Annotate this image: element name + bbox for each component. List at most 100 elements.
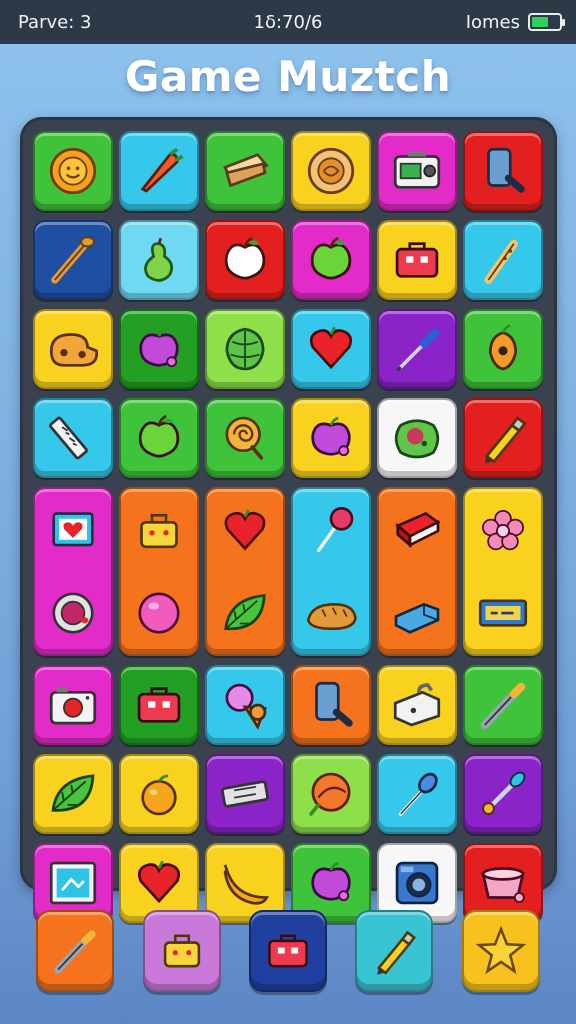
game-tile[interactable]: [377, 398, 457, 478]
game-tile[interactable]: [463, 131, 543, 211]
bandage-icon: [216, 765, 274, 823]
game-tile[interactable]: [205, 487, 285, 656]
game-tile[interactable]: [463, 665, 543, 745]
status-right-text: Iomes: [465, 11, 520, 33]
game-tile[interactable]: [119, 487, 199, 656]
eraser-icon: [389, 585, 445, 641]
bag-icon: [131, 503, 187, 559]
heart-icon: [130, 854, 188, 912]
toolbar-star-button[interactable]: [461, 910, 540, 992]
toolbar-toolbox-button[interactable]: [248, 910, 327, 992]
lollipop-icon: [303, 503, 359, 559]
status-right: Iomes: [465, 11, 565, 33]
apple-icon: [130, 409, 188, 467]
bread-icon: [44, 320, 102, 378]
toolbox-icon: [261, 924, 315, 978]
game-tile[interactable]: [119, 131, 199, 211]
dropper-icon: [474, 765, 532, 823]
game-tile[interactable]: [33, 309, 113, 389]
game-tile[interactable]: [377, 131, 457, 211]
status-left-text: Parve: 3: [18, 11, 92, 33]
game-tile[interactable]: [205, 131, 285, 211]
status-bar: Parve: 3 1δ:70/6 Iomes: [0, 0, 576, 44]
game-tile[interactable]: [291, 665, 371, 745]
game-tile[interactable]: [377, 665, 457, 745]
pie-icon: [302, 142, 360, 200]
icecream-icon: [216, 676, 274, 734]
game-tile[interactable]: [33, 131, 113, 211]
pear-icon: [130, 231, 188, 289]
game-tile[interactable]: [119, 665, 199, 745]
battery-icon: [528, 13, 565, 31]
bread-loaf-icon: [303, 585, 359, 641]
game-tile[interactable]: [291, 754, 371, 834]
game-tile[interactable]: [377, 309, 457, 389]
heart-icon: [217, 503, 273, 559]
game-tile[interactable]: [291, 487, 371, 656]
game-tile[interactable]: [463, 487, 543, 656]
game-tile[interactable]: [463, 754, 543, 834]
game-tile[interactable]: [291, 220, 371, 300]
game-title: Game Muztch: [124, 52, 452, 101]
power-up-toolbar: [0, 906, 576, 996]
mango-icon: [474, 320, 532, 378]
phone-icon: [474, 142, 532, 200]
game-tile[interactable]: [33, 398, 113, 478]
game-tile[interactable]: [33, 487, 113, 656]
banana-icon: [216, 854, 274, 912]
toolbar-pen-button[interactable]: [36, 910, 115, 992]
game-tile[interactable]: [119, 754, 199, 834]
game-tile[interactable]: [377, 487, 457, 656]
ruler-icon: [44, 409, 102, 467]
game-tile[interactable]: [33, 220, 113, 300]
flower-icon: [475, 503, 531, 559]
game-tile[interactable]: [291, 398, 371, 478]
game-tile[interactable]: [205, 754, 285, 834]
game-tile[interactable]: [463, 220, 543, 300]
game-tile[interactable]: [463, 309, 543, 389]
game-tile[interactable]: [291, 131, 371, 211]
game-tile[interactable]: [119, 220, 199, 300]
pen-icon: [474, 676, 532, 734]
game-tile[interactable]: [377, 220, 457, 300]
game-board: [20, 117, 557, 923]
carrot-icon: [130, 142, 188, 200]
game-tile[interactable]: [205, 309, 285, 389]
ring-icon: [45, 585, 101, 641]
heart-icon: [302, 320, 360, 378]
plum-icon: [302, 854, 360, 912]
cabbage-icon: [216, 320, 274, 378]
bat-icon: [44, 231, 102, 289]
camera-icon: [44, 676, 102, 734]
bucket-icon: [474, 854, 532, 912]
game-tile[interactable]: [377, 754, 457, 834]
pen-icon: [48, 924, 102, 978]
washer-icon: [388, 854, 446, 912]
swirl-icon: [216, 409, 274, 467]
game-tile[interactable]: [291, 309, 371, 389]
star-icon: [474, 924, 528, 978]
sign-icon: [475, 585, 531, 641]
game-tile[interactable]: [205, 220, 285, 300]
game-tile[interactable]: [463, 398, 543, 478]
game-tile[interactable]: [119, 398, 199, 478]
game-tile[interactable]: [205, 398, 285, 478]
book-icon: [389, 503, 445, 559]
apple-icon: [216, 231, 274, 289]
radio-icon: [388, 142, 446, 200]
orange-fruit-icon: [130, 765, 188, 823]
game-tile[interactable]: [119, 309, 199, 389]
sandwich-icon: [216, 142, 274, 200]
tile-grid: [33, 131, 544, 923]
toolbar-pencil-button[interactable]: [355, 910, 434, 992]
game-tile[interactable]: [33, 665, 113, 745]
pencil-icon: [474, 409, 532, 467]
cookie-icon: [302, 765, 360, 823]
spoon-icon: [388, 765, 446, 823]
toolbar-bag-button[interactable]: [142, 910, 221, 992]
ball-icon: [131, 585, 187, 641]
picture-icon: [44, 854, 102, 912]
game-tile[interactable]: [205, 665, 285, 745]
pencil-icon: [367, 924, 421, 978]
game-tile[interactable]: [33, 754, 113, 834]
